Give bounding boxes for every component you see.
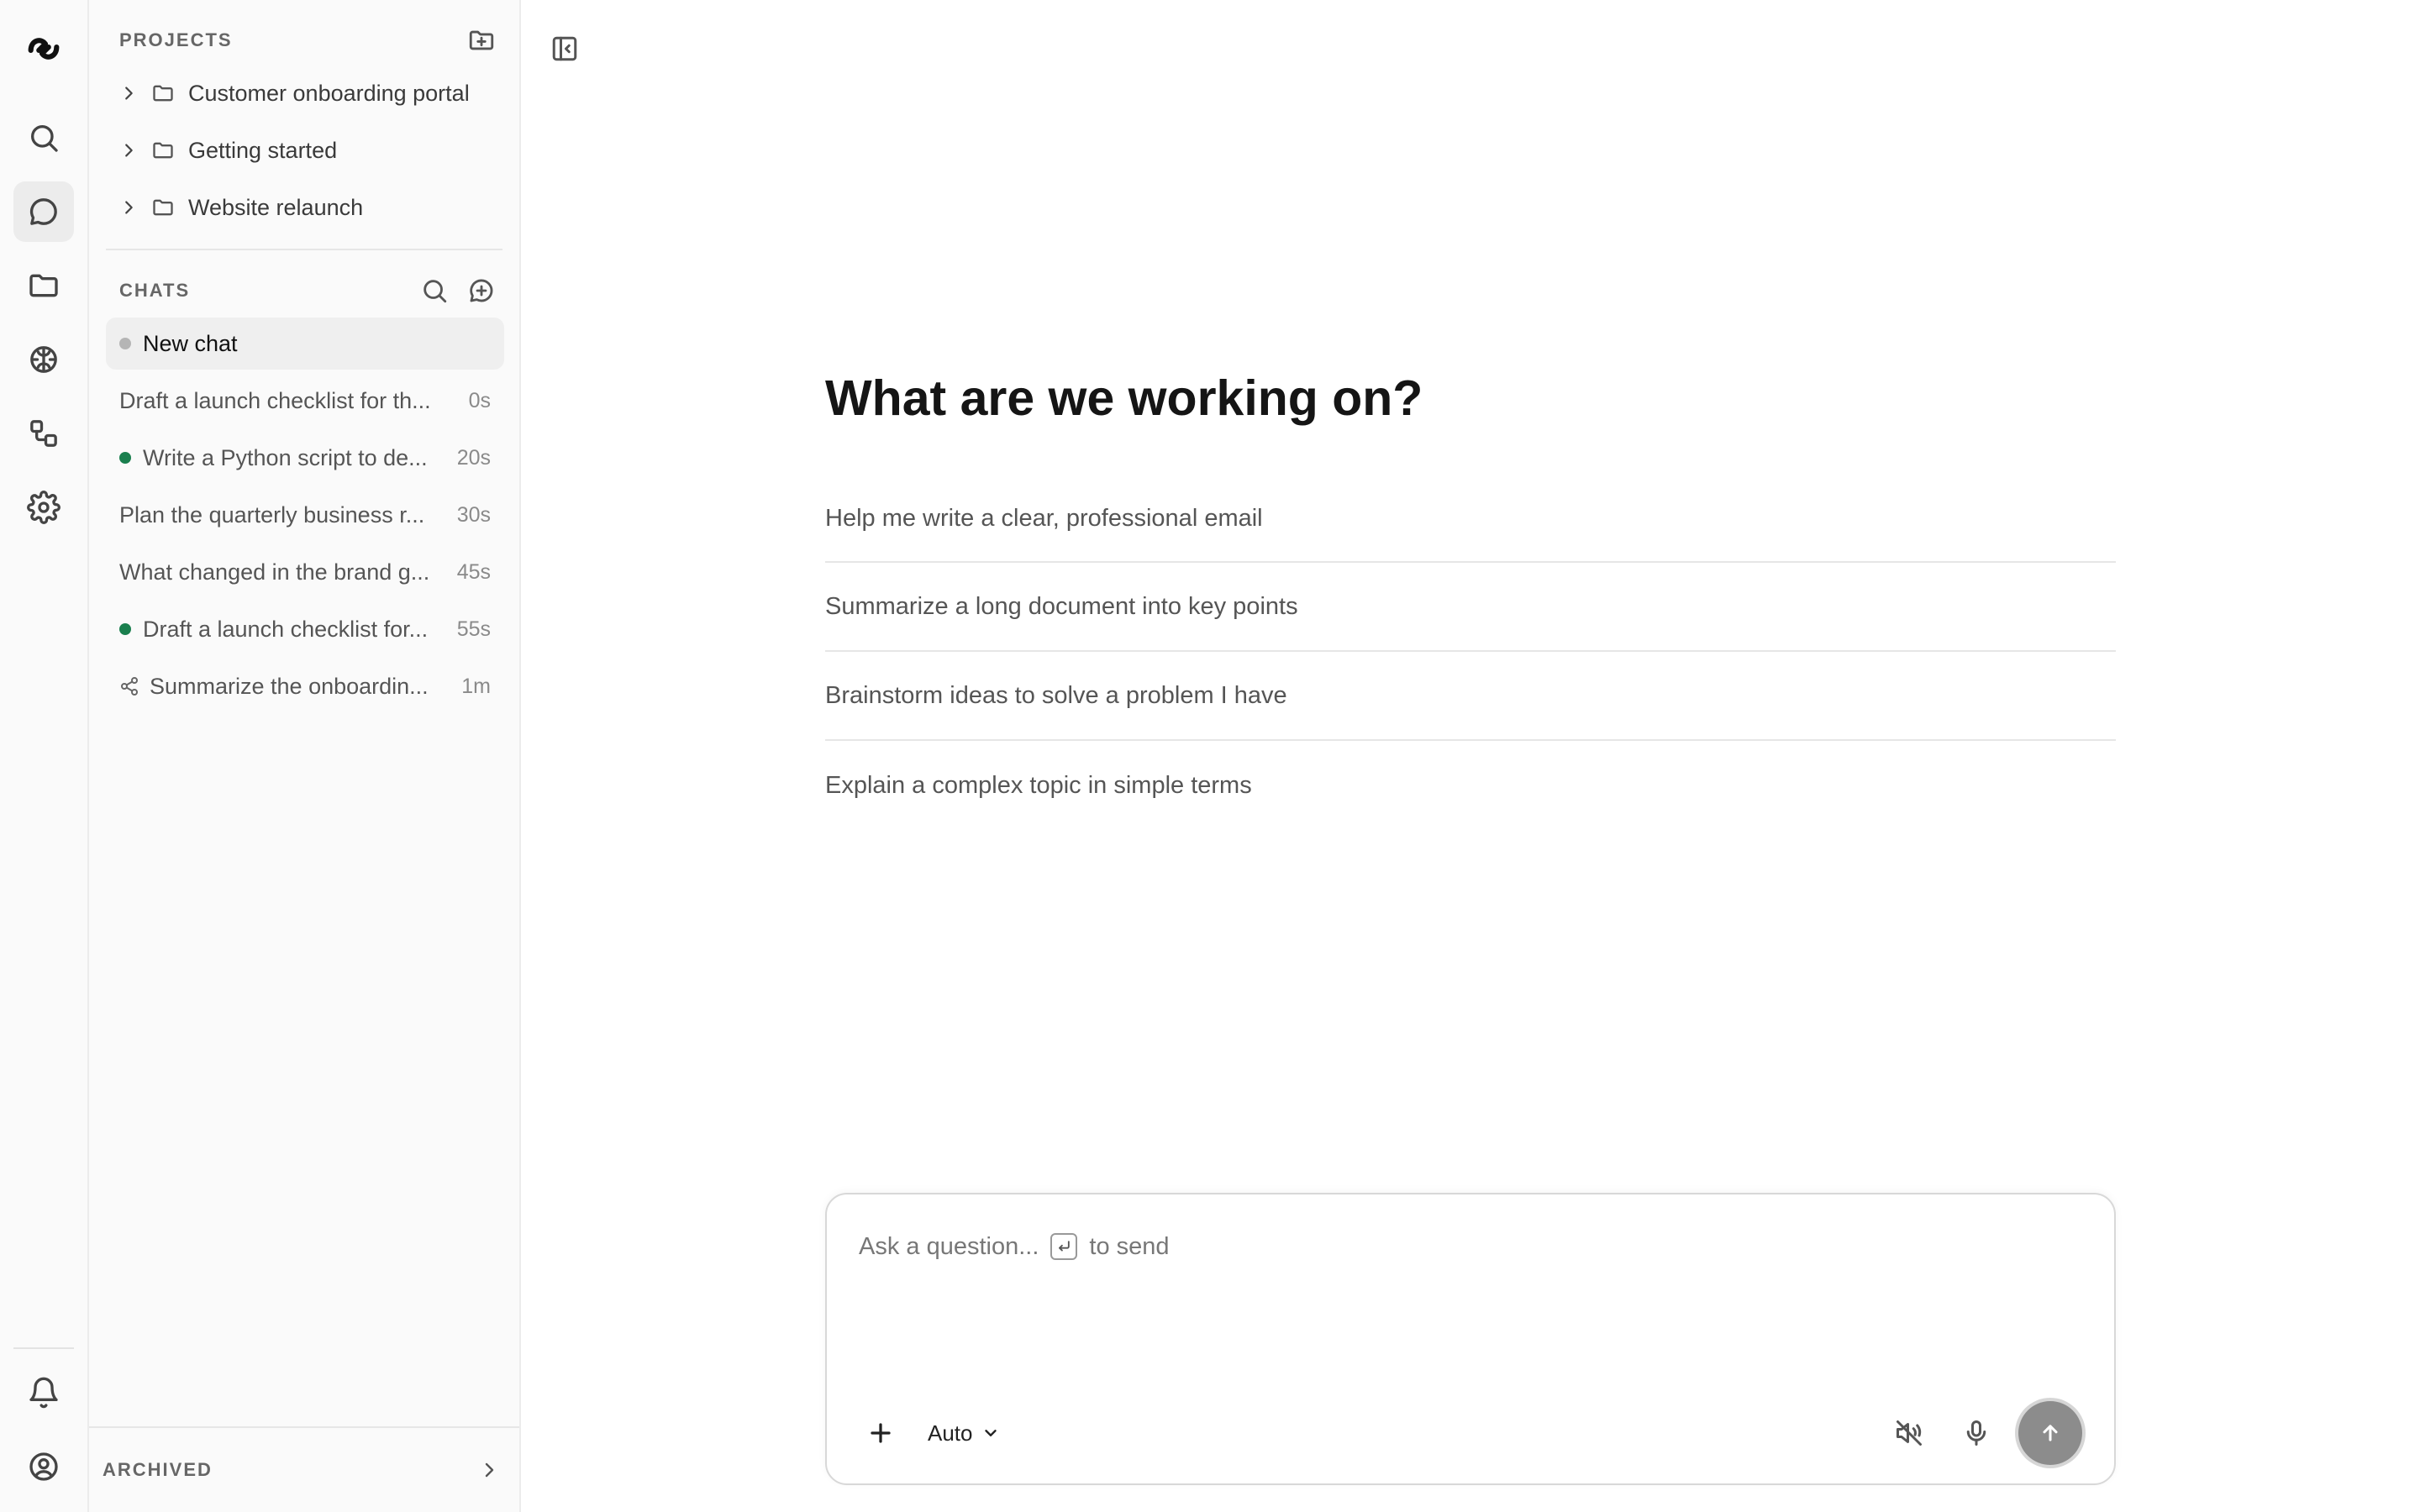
app-logo-icon[interactable]	[13, 18, 74, 79]
chat-time: 45s	[456, 559, 491, 584]
archived-label: ARCHIVED	[103, 1459, 213, 1480]
speaker-muted-icon[interactable]	[1884, 1408, 1934, 1458]
chat-title: Write a Python script to de...	[143, 444, 428, 470]
chat-title: Draft a launch checklist for...	[143, 616, 429, 642]
chat-title: New chat	[143, 330, 238, 356]
chevron-right-icon[interactable]	[119, 198, 138, 217]
chats-title: CHATS	[119, 280, 191, 301]
enter-key-icon	[1050, 1233, 1078, 1260]
suggestion-item[interactable]: Explain a complex topic in simple terms	[825, 741, 2116, 830]
search-chats-icon[interactable]	[420, 276, 449, 305]
status-dot-done	[119, 452, 131, 464]
chat-time: 0s	[468, 388, 491, 412]
chat-title: Plan the quarterly business r...	[119, 501, 425, 528]
main-panel: What are we working on? Help me write a …	[521, 0, 2420, 1512]
sidebar-toggle-icon[interactable]	[543, 27, 587, 71]
attach-plus-icon[interactable]	[855, 1408, 906, 1458]
projects-header: PROJECTS	[119, 22, 496, 59]
chat-title: Draft a launch checklist for th...	[119, 387, 431, 413]
mode-select[interactable]: Auto	[928, 1420, 1000, 1446]
folder-icon[interactable]	[13, 255, 74, 316]
status-dot-done	[119, 623, 131, 635]
sidebar-divider	[106, 249, 502, 250]
project-label: Getting started	[188, 137, 338, 163]
chat-time: 20s	[456, 445, 491, 470]
message-input[interactable]: Ask a question... to send	[859, 1221, 2081, 1272]
chat-title: Summarize the onboardin...	[150, 673, 429, 699]
project-item[interactable]: Getting started	[119, 127, 496, 174]
project-item[interactable]: Customer onboarding portal	[119, 70, 496, 117]
archived-section[interactable]: ARCHIVED	[89, 1426, 519, 1512]
suggestion-item[interactable]: Summarize a long document into key point…	[825, 563, 2116, 652]
page-title: What are we working on?	[825, 370, 1423, 426]
microphone-icon[interactable]	[1951, 1408, 2002, 1458]
chevron-right-icon	[479, 1460, 499, 1480]
projects-title: PROJECTS	[119, 29, 233, 50]
suggestion-list: Help me write a clear, professional emai…	[825, 475, 2116, 830]
send-button[interactable]	[2018, 1401, 2082, 1465]
suggestion-item[interactable]: Brainstorm ideas to solve a problem I ha…	[825, 652, 2116, 741]
chat-time: 55s	[456, 617, 491, 641]
chat-item[interactable]: Draft a launch checklist for... 55s	[106, 603, 504, 655]
new-chat-plus-icon[interactable]	[467, 276, 496, 305]
placeholder-prefix: Ask a question...	[859, 1232, 1039, 1260]
user-circle-icon[interactable]	[13, 1436, 74, 1497]
brain-icon[interactable]	[13, 329, 74, 390]
chat-time: 1m	[461, 674, 491, 698]
composer-toolbar: Auto	[855, 1401, 2082, 1465]
icon-rail	[0, 0, 89, 1512]
folder-icon	[151, 81, 175, 105]
chat-bubble-icon[interactable]	[13, 181, 74, 242]
workflow-icon[interactable]	[13, 403, 74, 464]
project-label: Customer onboarding portal	[188, 80, 470, 106]
chat-time: 30s	[456, 502, 491, 527]
chat-item[interactable]: What changed in the brand g... 45s	[106, 546, 504, 598]
sidebar: PROJECTS Customer onboarding portal Gett…	[89, 0, 521, 1512]
project-label: Website relaunch	[188, 194, 364, 220]
chat-item[interactable]: Summarize the onboardin... 1m	[106, 660, 504, 712]
search-icon[interactable]	[13, 108, 74, 168]
chat-item[interactable]: Write a Python script to de... 20s	[106, 432, 504, 484]
suggestion-item[interactable]: Help me write a clear, professional emai…	[825, 475, 2116, 563]
chat-item-new-chat[interactable]: New chat	[106, 318, 504, 370]
bell-icon[interactable]	[13, 1362, 74, 1423]
chevron-right-icon[interactable]	[119, 84, 138, 102]
chat-item[interactable]: Draft a launch checklist for th... 0s	[106, 375, 504, 427]
gear-icon[interactable]	[13, 477, 74, 538]
chevron-down-icon	[981, 1424, 1000, 1442]
placeholder-suffix: to send	[1089, 1232, 1170, 1260]
mode-value: Auto	[928, 1420, 973, 1446]
rail-divider	[13, 1347, 74, 1349]
folder-icon	[151, 196, 175, 219]
message-composer: Ask a question... to send Auto	[825, 1193, 2116, 1485]
status-dot-idle	[119, 338, 131, 349]
new-project-folder-icon[interactable]	[467, 26, 496, 55]
share-icon	[119, 676, 150, 696]
project-item[interactable]: Website relaunch	[119, 184, 496, 231]
chat-item[interactable]: Plan the quarterly business r... 30s	[106, 489, 504, 541]
folder-icon	[151, 139, 175, 162]
chat-title: What changed in the brand g...	[119, 559, 430, 585]
chats-header: CHATS	[119, 272, 496, 309]
chevron-right-icon[interactable]	[119, 141, 138, 160]
